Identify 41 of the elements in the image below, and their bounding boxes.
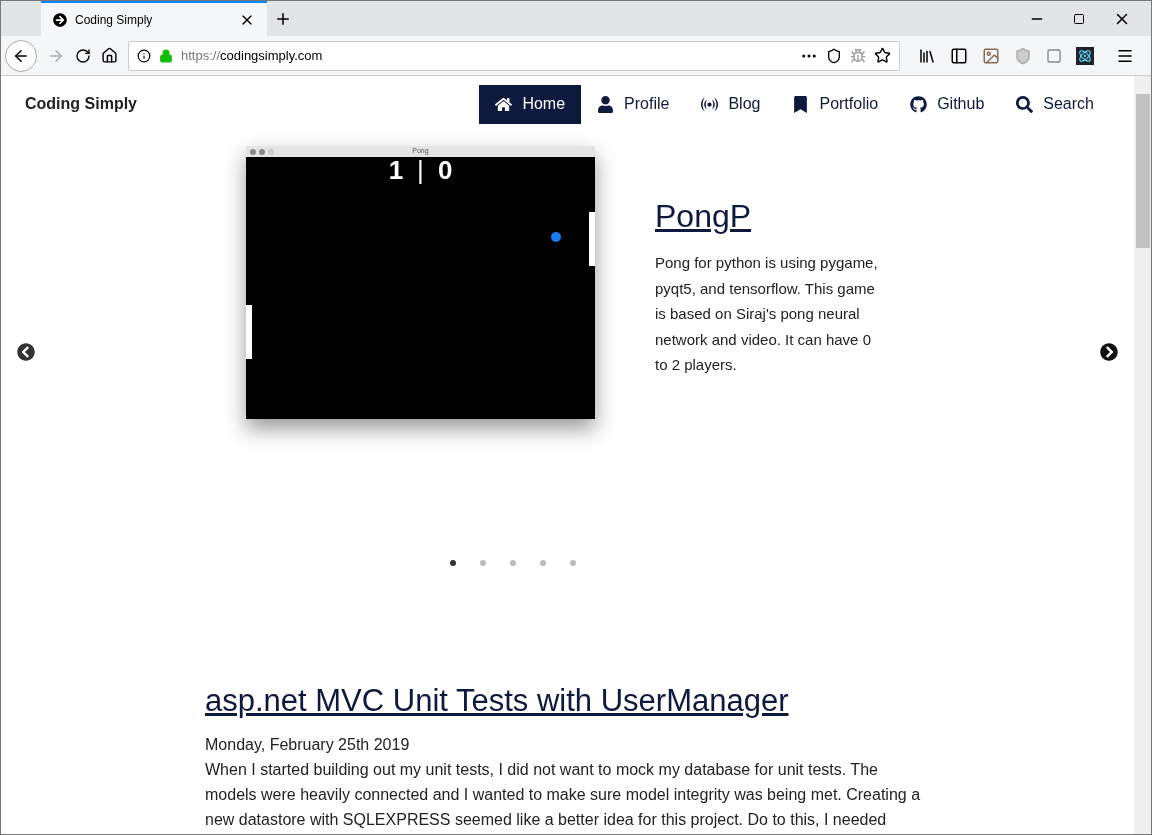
home-icon[interactable]: [101, 47, 118, 64]
score-separator: |: [417, 157, 424, 183]
nav-link[interactable]: Search: [1000, 84, 1110, 124]
back-button[interactable]: [5, 39, 37, 72]
next-slide-icon[interactable]: [1100, 343, 1118, 361]
url-text: https://codingsimply.com: [181, 46, 324, 65]
library-icon[interactable]: [918, 46, 936, 65]
scrollbar[interactable]: [1134, 76, 1151, 834]
article-excerpt: When I started building out my unit tests, I did not want to mock my database for unit tests. The models were heavily connected and I wanted to make sure model integrity was being met. Creating a new datastore with SQLEXPRESS seemed like a better idea for this project. Do to this, I needed: [205, 759, 922, 830]
search-icon: [1016, 95, 1034, 113]
bookmark-star-icon[interactable]: [874, 47, 891, 64]
bookmark-icon: [792, 95, 810, 113]
info-icon[interactable]: [137, 48, 151, 63]
slide-title[interactable]: PongP: [655, 196, 887, 236]
nav-link[interactable]: Profile: [581, 84, 686, 124]
bug-icon[interactable]: [850, 47, 866, 64]
paddle: [246, 305, 252, 359]
slide-description: Pong for python is using pygame, pyqt5, and tensorflow. This game is based on Siraj's pong neural network and video. It can have 0 to 2 players.: [655, 253, 879, 375]
article-date: Monday, February 25th 2019: [205, 734, 411, 755]
tab-title: Coding Simply: [75, 11, 154, 29]
maximize-icon[interactable]: [1073, 12, 1085, 25]
address-bar[interactable]: https://codingsimply.com: [128, 40, 900, 71]
user-icon: [597, 95, 615, 113]
previous-slide-icon[interactable]: [17, 343, 35, 361]
paddle: [589, 212, 595, 266]
sidebar-icon[interactable]: [950, 46, 968, 65]
favicon-icon: [53, 12, 67, 27]
nav-link[interactable]: Github: [894, 84, 1001, 124]
article-title[interactable]: asp.net MVC Unit Tests with UserManager: [205, 678, 941, 725]
reload-icon[interactable]: [75, 47, 91, 64]
score-text: 0: [437, 157, 453, 183]
score-text: 1: [388, 157, 404, 183]
nav-link[interactable]: Home: [479, 84, 582, 124]
home-icon: [495, 95, 513, 113]
atom-icon[interactable]: [1076, 46, 1094, 65]
browser-tab[interactable]: Coding Simply: [41, 1, 267, 36]
site-brand[interactable]: Coding Simply: [25, 92, 137, 116]
github-icon: [910, 95, 928, 113]
lock-icon: [159, 48, 173, 63]
nav-link[interactable]: Blog: [685, 84, 777, 124]
nav-link[interactable]: Portfolio: [776, 84, 895, 124]
